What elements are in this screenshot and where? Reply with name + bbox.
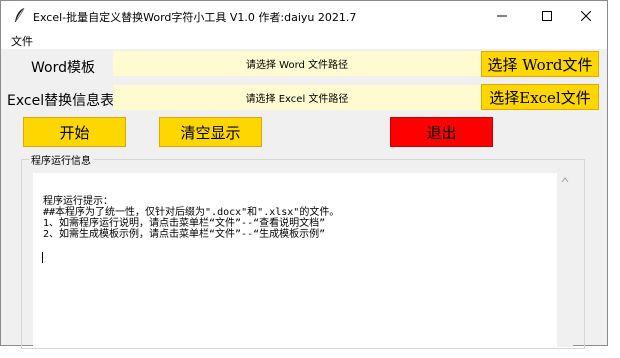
log-group-title: 程序运行信息 xyxy=(29,152,93,167)
text-caret xyxy=(42,252,43,263)
start-button[interactable]: 开始 xyxy=(23,117,126,147)
excel-info-label: Excel替换信息表 xyxy=(7,93,115,109)
log-scrollbar[interactable] xyxy=(557,173,573,347)
log-text: 程序运行提示： ##本程序为了统一性，仅针对后缀为".docx"和".xlsx"… xyxy=(43,196,340,240)
excel-path-field[interactable]: 请选择 Excel 文件路径 xyxy=(113,85,481,110)
exit-button[interactable]: 退出 xyxy=(390,117,493,147)
word-path-placeholder: 请选择 Word 文件路径 xyxy=(245,60,349,71)
excel-path-placeholder: 请选择 Excel 文件路径 xyxy=(245,94,349,105)
close-button[interactable] xyxy=(563,1,608,31)
scroll-up-button[interactable] xyxy=(557,177,573,189)
title-bar[interactable]: Excel-批量自定义替换Word字符小工具 V1.0 作者:daiyu 202… xyxy=(1,1,607,31)
chevron-up-icon xyxy=(561,177,569,183)
select-word-button[interactable]: 选择 Word文件 xyxy=(481,51,599,77)
minimize-button[interactable] xyxy=(479,1,524,31)
log-textarea[interactable]: 程序运行提示： ##本程序为了统一性，仅针对后缀为".docx"和".xlsx"… xyxy=(33,173,557,347)
app-window: Excel-批量自定义替换Word字符小工具 V1.0 作者:daiyu 202… xyxy=(0,0,608,349)
window-title: Excel-批量自定义替换Word字符小工具 V1.0 作者:daiyu 202… xyxy=(33,11,357,24)
word-template-label: Word模板 xyxy=(31,60,95,76)
maximize-icon xyxy=(541,11,552,21)
clear-display-button[interactable]: 清空显示 xyxy=(159,117,262,147)
word-path-field[interactable]: 请选择 Word 文件路径 xyxy=(113,51,481,76)
select-excel-button[interactable]: 选择Excel文件 xyxy=(481,84,599,110)
feather-icon xyxy=(15,7,25,22)
menu-file[interactable]: 文件 xyxy=(11,33,33,49)
close-icon xyxy=(580,11,591,21)
menu-bar: 文件 xyxy=(1,31,607,49)
minimize-icon xyxy=(496,15,507,17)
